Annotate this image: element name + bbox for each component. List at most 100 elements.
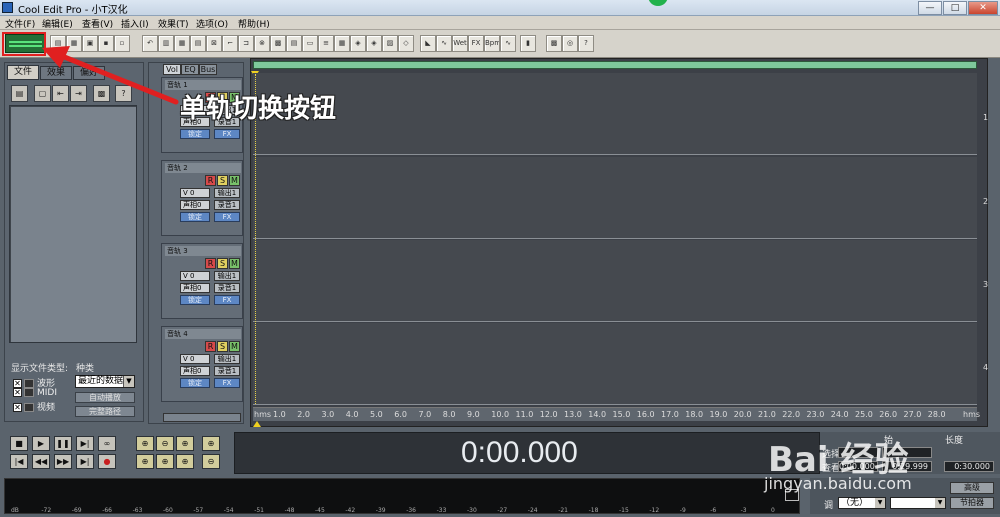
copy-icon[interactable]: ⊗ [254, 35, 270, 52]
insert-icon[interactable]: ◈ [350, 35, 366, 52]
solo-button[interactable]: S [217, 341, 228, 352]
go-to-end-button[interactable]: ▶| [76, 454, 94, 469]
loop-button[interactable]: ∞ [98, 436, 116, 451]
metronome-icon[interactable]: ▮ [520, 35, 536, 52]
output-button[interactable]: 输出1 [214, 354, 240, 364]
type-video-checkbox[interactable]: ✕ 视频 [13, 400, 55, 413]
pitch-select-2[interactable]: ▼ [890, 497, 946, 509]
stop-button[interactable]: ■ [10, 436, 28, 451]
track-lane-4[interactable] [253, 323, 977, 405]
record-source-button[interactable]: 录音1 [214, 283, 240, 293]
pause-button[interactable]: ❚❚ [54, 436, 72, 451]
wet-icon[interactable]: Wet [452, 35, 468, 52]
amplify-icon[interactable]: ◣ [420, 35, 436, 52]
record-arm-button[interactable]: R [205, 175, 216, 186]
track-name[interactable]: 音轨 2 [165, 163, 241, 173]
track-lane-2[interactable] [253, 157, 977, 239]
output-button[interactable]: 输出1 [214, 271, 240, 281]
dc-icon[interactable]: ∿ [500, 35, 516, 52]
track-scrollbar[interactable] [163, 413, 241, 422]
file-list[interactable] [9, 105, 137, 343]
volume-field[interactable]: V 0 [180, 271, 210, 281]
fx-icon[interactable]: FX [468, 35, 484, 52]
output-button[interactable]: 输出1 [214, 188, 240, 198]
record-button[interactable]: ● [98, 454, 116, 469]
multitrack-timeline[interactable]: 1234 hms hms 1.0 2.0 3.0 4.0 5.0 6.0 7.0 8.0 9.0… [250, 58, 988, 427]
maximize-button[interactable]: □ [943, 1, 967, 15]
metronome-button[interactable]: 节拍器 [950, 497, 994, 509]
pan-field[interactable]: 声相0 [180, 366, 210, 376]
paste-icon[interactable]: ▩ [270, 35, 286, 52]
lock-button[interactable]: 锁定 [180, 129, 210, 139]
full-path-button[interactable]: 完整路径 [75, 406, 135, 417]
normalize-icon[interactable]: ∿ [436, 35, 452, 52]
fx-button[interactable]: FX [214, 295, 240, 305]
overview-bar[interactable] [253, 61, 977, 69]
tab-bus[interactable]: Bus [199, 64, 217, 75]
record-arm-button[interactable]: R [205, 341, 216, 352]
track-name[interactable]: 音轨 3 [165, 246, 241, 256]
type-midi-checkbox[interactable]: ✕ MIDI [13, 388, 57, 399]
solo-button[interactable]: S [217, 175, 228, 186]
rewind-button[interactable]: ◀◀ [32, 454, 50, 469]
zoom-out-horizontal-icon[interactable]: ⊖ [156, 436, 174, 451]
pan-field[interactable]: 声相0 [180, 200, 210, 210]
play-button[interactable]: ▶ [32, 436, 50, 451]
envelope-edit-icon[interactable]: ▨ [382, 35, 398, 52]
track-lane-1[interactable] [253, 73, 977, 155]
zoom-in-vertical-icon[interactable]: ⊕ [202, 436, 220, 451]
menu-edit[interactable]: 编辑(E) [42, 17, 73, 30]
cut-icon[interactable]: ⊐ [238, 35, 254, 52]
mute-button[interactable]: M [229, 341, 240, 352]
fx-button[interactable]: FX [214, 378, 240, 388]
mute-button[interactable]: M [229, 258, 240, 269]
pan-field[interactable]: 声相0 [180, 283, 210, 293]
menu-options[interactable]: 选项(O) [196, 17, 228, 30]
mute-button[interactable]: M [229, 175, 240, 186]
end-marker-icon[interactable] [253, 421, 261, 427]
record-source-button[interactable]: 录音1 [214, 366, 240, 376]
lock-button[interactable]: 锁定 [180, 295, 210, 305]
fast-forward-button[interactable]: ▶▶ [54, 454, 72, 469]
solo-button[interactable]: S [217, 258, 228, 269]
lock-button[interactable]: 锁定 [180, 378, 210, 388]
fade-icon[interactable]: ◈ [366, 35, 382, 52]
marker-icon[interactable]: ⊠ [206, 35, 222, 52]
lock-button[interactable]: 锁定 [180, 212, 210, 222]
eq-icon[interactable]: ▩ [546, 35, 562, 52]
pitch-select[interactable]: （无） ▼ [838, 497, 886, 509]
menu-help[interactable]: 帮助(H) [238, 17, 270, 30]
fx-button[interactable]: FX [214, 129, 240, 139]
track-lane-3[interactable] [253, 240, 977, 322]
menu-insert[interactable]: 插入(I) [121, 17, 149, 30]
align-icon[interactable]: ▭ [302, 35, 318, 52]
record-source-button[interactable]: 录音1 [214, 200, 240, 210]
volume-field[interactable]: V 0 [180, 354, 210, 364]
auto-play-button[interactable]: 自动播放 [75, 392, 135, 403]
fx-button[interactable]: FX [214, 212, 240, 222]
mixdown-icon[interactable]: ▤ [286, 35, 302, 52]
sort-select[interactable]: 最近的数据 ▼ [75, 375, 135, 388]
zoom-out-vertical-icon[interactable]: ⊖ [202, 454, 220, 469]
envelope-icon[interactable]: ⌐ [222, 35, 238, 52]
menu-view[interactable]: 查看(V) [82, 17, 113, 30]
zoom-right-icon[interactable]: ⊕ [156, 454, 174, 469]
zoom-left-icon[interactable]: ⊕ [136, 454, 154, 469]
split-icon[interactable]: ◇ [398, 35, 414, 52]
volume-field[interactable]: V 0 [180, 188, 210, 198]
track-name[interactable]: 音轨 4 [165, 329, 241, 339]
zoom-full-icon[interactable]: ⊕ [176, 436, 194, 451]
play-to-end-button[interactable]: ▶| [76, 436, 94, 451]
zoom-in-horizontal-icon[interactable]: ⊕ [136, 436, 154, 451]
minimize-button[interactable]: — [918, 1, 942, 15]
go-to-start-button[interactable]: |◀ [10, 454, 28, 469]
help-icon[interactable]: ? [578, 35, 594, 52]
zoom-selection-icon[interactable]: ⊕ [176, 454, 194, 469]
cd-icon[interactable]: ◎ [562, 35, 578, 52]
punch-icon[interactable]: ▦ [334, 35, 350, 52]
record-arm-button[interactable]: R [205, 258, 216, 269]
menu-file[interactable]: 文件(F) [5, 17, 35, 30]
bpm-icon[interactable]: Bpm [484, 35, 500, 52]
type-wave-checkbox[interactable]: ✕ 波形 [13, 376, 55, 389]
close-button[interactable]: ✕ [968, 1, 998, 15]
